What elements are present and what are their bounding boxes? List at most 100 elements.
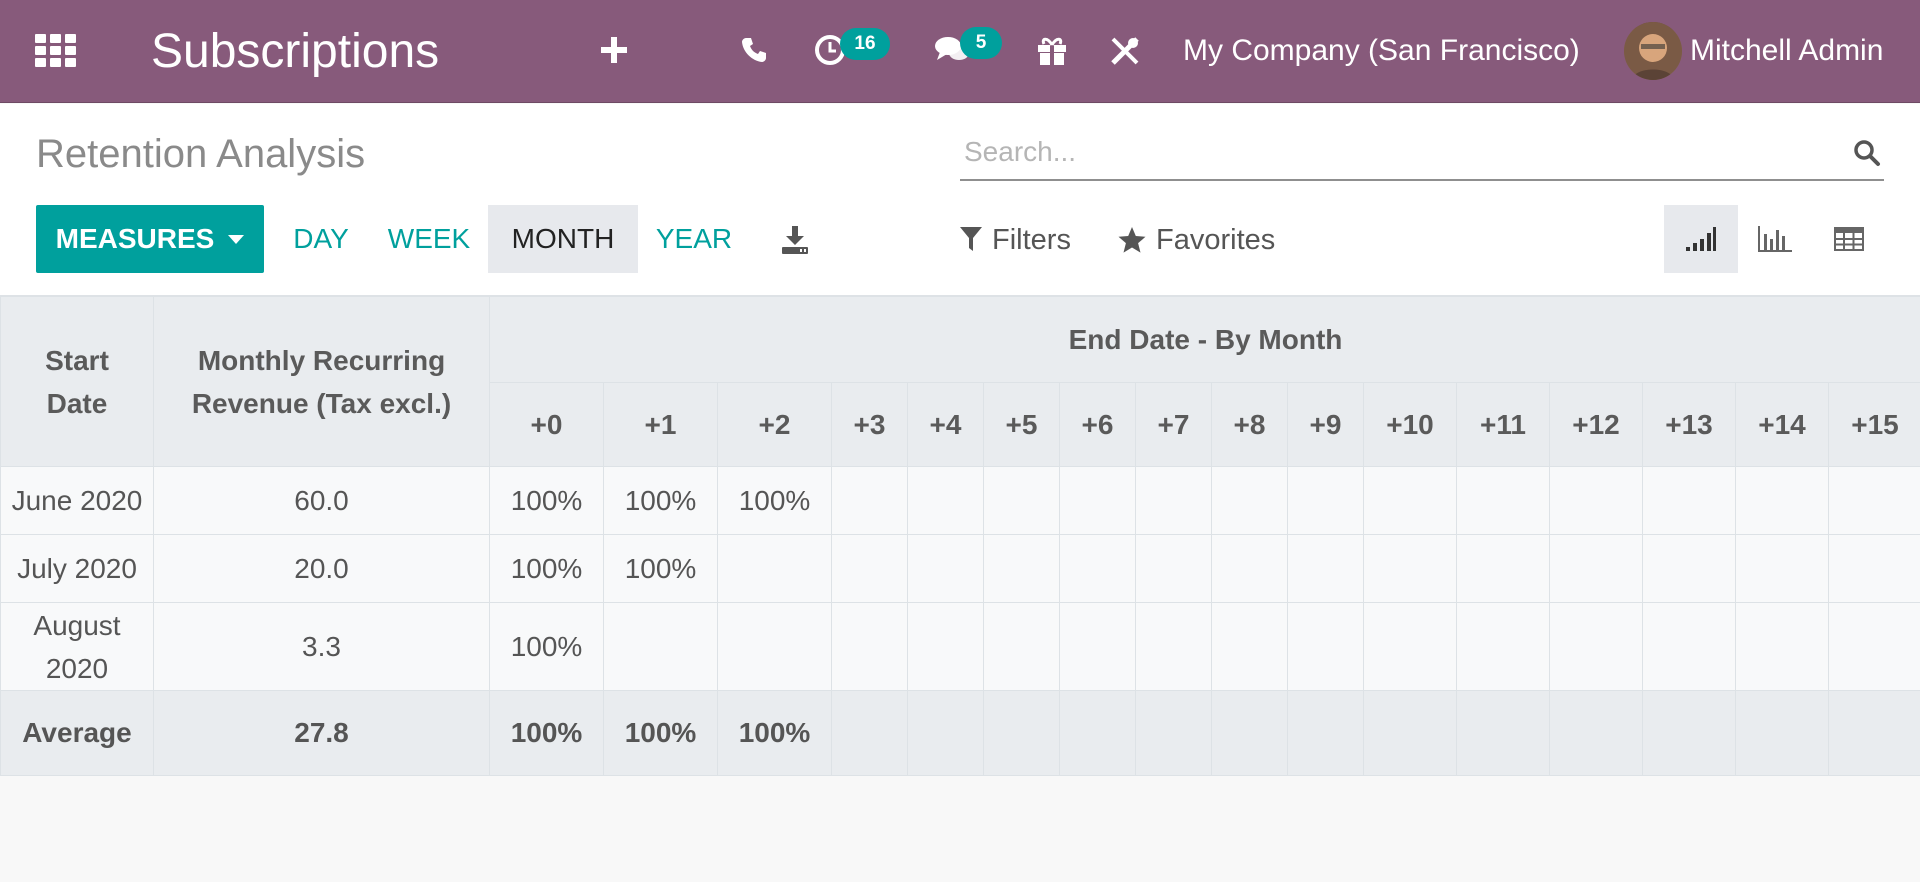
retention-cell: [1363, 534, 1457, 603]
retention-cell: [1549, 534, 1643, 603]
download-icon[interactable]: [774, 220, 816, 260]
period-header: +3: [831, 382, 908, 467]
average-cell: [1642, 690, 1736, 776]
debug-tools-icon[interactable]: [1108, 32, 1142, 70]
cohort-start-date: July 2020: [0, 534, 154, 603]
period-header: +15: [1827, 382, 1920, 467]
average-cell: [1735, 690, 1829, 776]
average-cell: [1135, 690, 1212, 776]
retention-cell: [1456, 602, 1550, 691]
cohort-measure-value: 60.0: [153, 466, 490, 535]
average-cell: [1456, 690, 1550, 776]
retention-cell: [1059, 534, 1136, 603]
average-cell: 100%: [717, 690, 832, 776]
period-header: +0: [489, 382, 604, 467]
period-header: +8: [1211, 382, 1288, 467]
average-cell: [1059, 690, 1136, 776]
retention-cell[interactable]: 100%: [603, 466, 718, 535]
interval-day-button[interactable]: DAY: [278, 205, 364, 273]
retention-cell: [1135, 466, 1212, 535]
retention-cell: [1549, 466, 1643, 535]
cohort-start-date-label: June 2020: [11, 485, 143, 516]
cohort-row: July 2020 20.0 100% 100%: [0, 534, 1920, 603]
control-panel: Retention Analysis MEASURES DAY WEEK MON…: [0, 104, 1920, 296]
average-cell: [983, 690, 1060, 776]
cohort-row: June 2020 60.0 100% 100% 100%: [0, 466, 1920, 535]
period-header: +13: [1642, 382, 1736, 467]
start-date-header-label: Start Date: [45, 344, 109, 419]
retention-cell: [1059, 602, 1136, 691]
apps-menu-icon[interactable]: [35, 34, 77, 68]
average-cell: [1549, 690, 1643, 776]
measures-button[interactable]: MEASURES: [36, 205, 264, 273]
favorites-button[interactable]: Favorites: [1118, 212, 1275, 268]
retention-cell: [1642, 466, 1736, 535]
cohort-start-date: August 2020: [0, 602, 154, 691]
retention-cell[interactable]: 100%: [489, 466, 604, 535]
cohort-measure-value: 3.3: [153, 602, 490, 691]
cohort-start-date: June 2020: [0, 466, 154, 535]
period-header: +7: [1135, 382, 1212, 467]
retention-cell[interactable]: 100%: [489, 534, 604, 603]
phone-icon[interactable]: [738, 32, 770, 68]
user-avatar[interactable]: [1624, 22, 1682, 80]
retention-cell[interactable]: 100%: [603, 534, 718, 603]
period-header: +14: [1735, 382, 1829, 467]
end-date-group-header: End Date - By Month: [488, 296, 1920, 383]
interval-week-button[interactable]: WEEK: [380, 205, 478, 273]
gift-icon[interactable]: [1035, 30, 1069, 70]
star-icon: [1118, 226, 1146, 253]
retention-cell: [1059, 466, 1136, 535]
cohort-body: June 2020 60.0 100% 100% 100% July 2020 20.0 10…: [0, 466, 1920, 691]
retention-cell: [1735, 534, 1829, 603]
retention-cell: [1456, 534, 1550, 603]
filters-label: Filters: [992, 223, 1071, 256]
average-cell: [1827, 690, 1920, 776]
filters-button[interactable]: Filters: [960, 212, 1071, 268]
plus-icon[interactable]: [597, 30, 631, 70]
cohort-measure-value: 20.0: [153, 534, 490, 603]
activity-count-badge: 16: [840, 28, 890, 60]
retention-cell: [1827, 602, 1920, 691]
retention-cell: [831, 602, 908, 691]
retention-cell: [717, 534, 832, 603]
period-header: +12: [1549, 382, 1643, 467]
measures-label: MEASURES: [55, 223, 215, 254]
retention-cell: [1363, 602, 1457, 691]
retention-cell: [1135, 602, 1212, 691]
retention-cell[interactable]: 100%: [717, 466, 832, 535]
user-menu[interactable]: Mitchell Admin: [1690, 30, 1883, 72]
average-row: Average 27.8 100% 100% 100%: [0, 690, 1920, 776]
breadcrumb: Retention Analysis: [36, 131, 366, 176]
interval-month-button[interactable]: MONTH: [488, 205, 638, 273]
interval-year-button[interactable]: YEAR: [648, 205, 740, 273]
measure-header: Monthly Recurring Revenue (Tax excl.): [153, 296, 490, 467]
cohort-start-date-label: August 2020: [33, 609, 121, 684]
search-input[interactable]: [964, 132, 1824, 172]
retention-cell: [983, 534, 1060, 603]
period-header: +11: [1456, 382, 1550, 467]
retention-cell: [717, 602, 832, 691]
search-bar: [960, 126, 1884, 181]
retention-cell: [983, 466, 1060, 535]
period-header: +4: [907, 382, 984, 467]
retention-cell: [907, 466, 984, 535]
retention-cell[interactable]: 100%: [489, 602, 604, 691]
cohort-table: Start Date Monthly Recurring Revenue (Ta…: [0, 296, 1920, 776]
retention-cell: [1456, 466, 1550, 535]
average-measure-value: 27.8: [153, 690, 490, 776]
company-switcher[interactable]: My Company (San Francisco): [1183, 30, 1580, 72]
retention-cell: [1827, 534, 1920, 603]
retention-cell: [1827, 466, 1920, 535]
graph-view-button[interactable]: [1738, 205, 1812, 273]
retention-cell: [831, 466, 908, 535]
app-title[interactable]: Subscriptions: [151, 22, 439, 80]
retention-cell: [1287, 534, 1364, 603]
period-header: +5: [983, 382, 1060, 467]
retention-cell: [1735, 466, 1829, 535]
retention-cell: [831, 534, 908, 603]
cohort-view-button[interactable]: [1664, 205, 1738, 273]
pivot-view-button[interactable]: [1812, 205, 1886, 273]
search-icon[interactable]: [1850, 136, 1884, 170]
average-cell: [907, 690, 984, 776]
